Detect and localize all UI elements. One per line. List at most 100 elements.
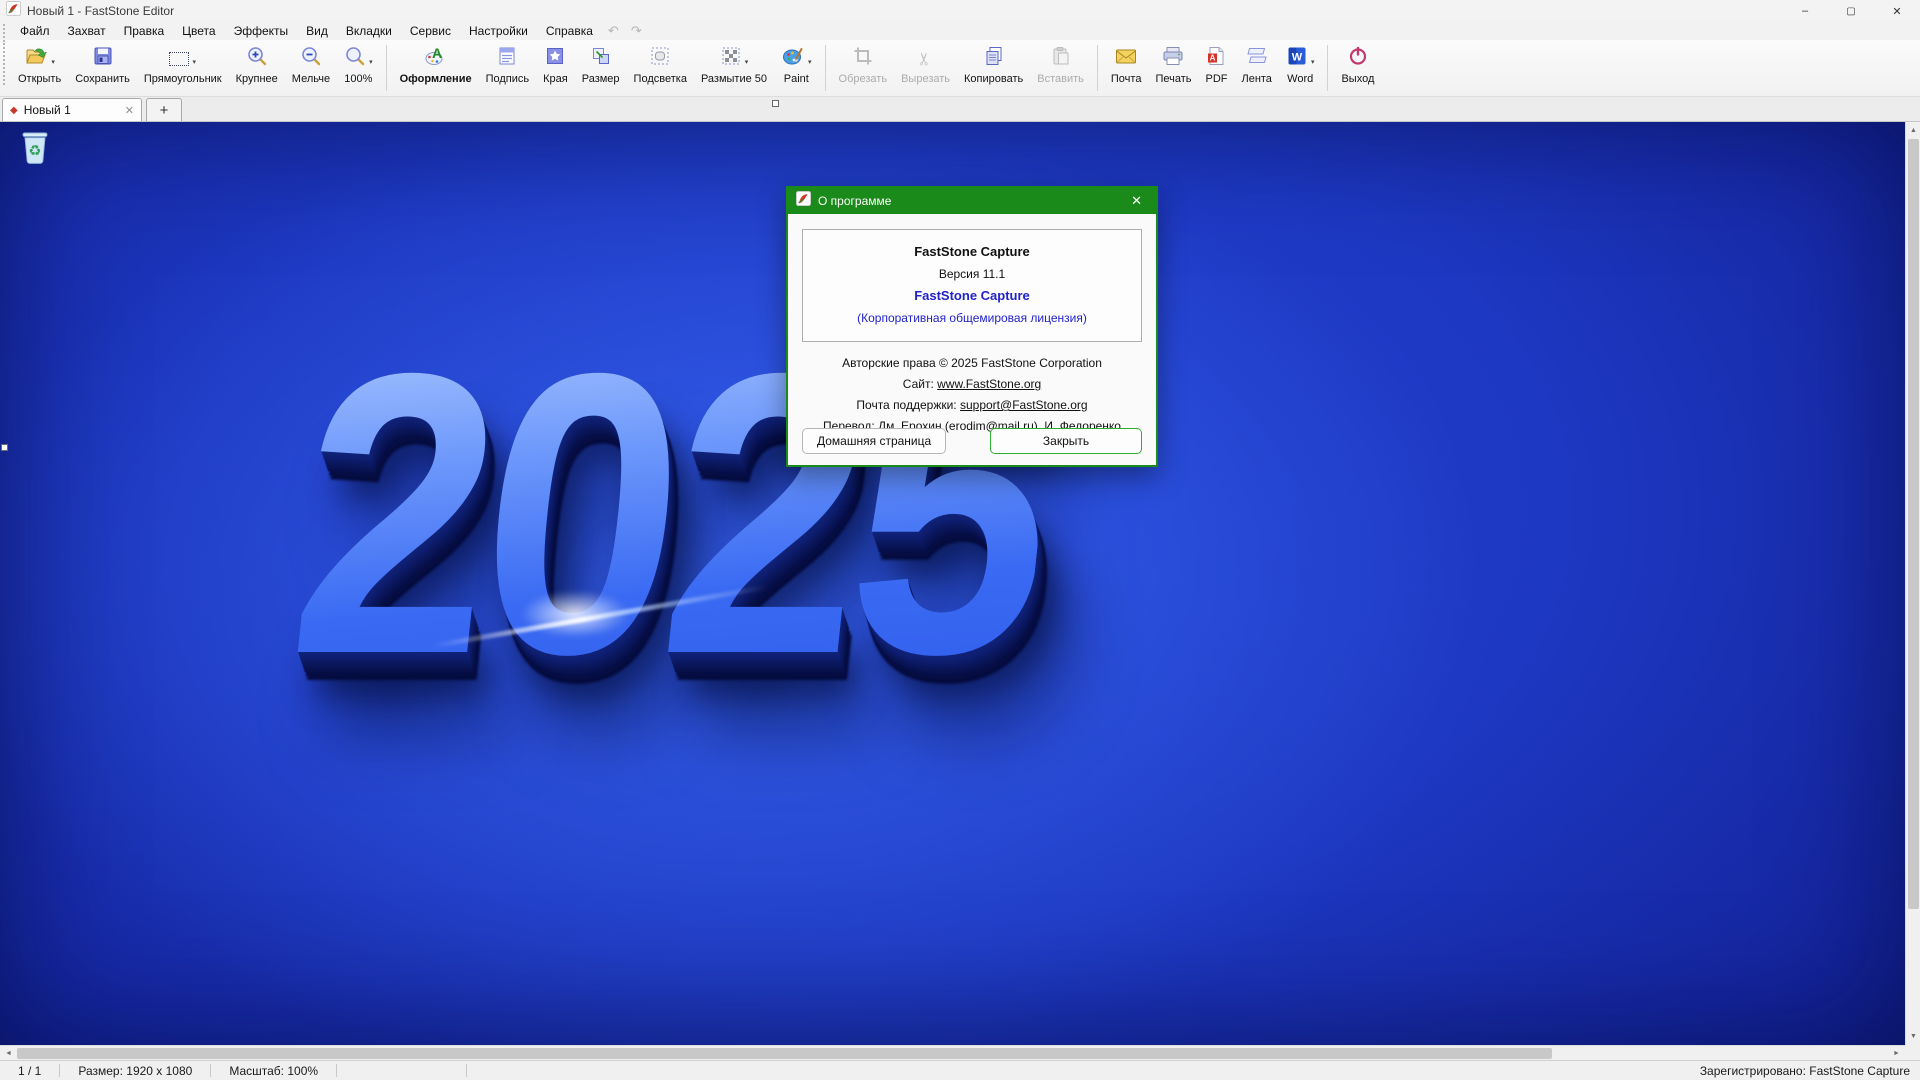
menu-file[interactable]: Файл xyxy=(11,22,59,40)
product-info-box: FastStone Capture Версия 11.1 FastStone … xyxy=(802,229,1142,342)
chevron-down-icon[interactable]: ▾ xyxy=(745,58,749,66)
vertical-scroll-thumb[interactable] xyxy=(1908,139,1919,909)
toolbar-separator xyxy=(1097,45,1098,91)
scroll-left-arrow-icon[interactable]: ◄ xyxy=(0,1046,17,1061)
menu-service[interactable]: Сервис xyxy=(401,22,460,40)
tab-label: Новый 1 xyxy=(24,103,119,117)
about-dialog: О программе ✕ FastStone Capture Версия 1… xyxy=(786,186,1158,467)
vertical-scrollbar[interactable]: ▲ ▼ xyxy=(1905,122,1920,1045)
zoom-100-button[interactable]: ▾ 100% xyxy=(337,40,380,96)
main-toolbar: ▾ Открыть Сохранить ▾ xyxy=(0,40,1920,97)
new-tab-button[interactable]: + xyxy=(146,98,182,121)
tab-close-icon[interactable]: ✕ xyxy=(119,104,134,117)
chevron-down-icon[interactable]: ▾ xyxy=(808,58,812,66)
scroll-up-arrow-icon[interactable]: ▲ xyxy=(1906,122,1920,139)
svg-text:A: A xyxy=(1210,54,1216,63)
printer-icon xyxy=(1161,45,1185,72)
app-icon xyxy=(6,1,21,21)
tape-strips-icon xyxy=(1245,45,1269,72)
resize-button[interactable]: Размер xyxy=(575,40,627,96)
menu-settings[interactable]: Настройки xyxy=(460,22,537,40)
word-button[interactable]: W ▾ Word xyxy=(1279,40,1322,96)
scroll-down-arrow-icon[interactable]: ▼ xyxy=(1906,1028,1920,1045)
close-button[interactable]: ✕ xyxy=(1874,0,1920,22)
undo-icon: ↶ xyxy=(602,23,625,39)
save-button[interactable]: Сохранить xyxy=(68,40,137,96)
pdf-button[interactable]: A PDF xyxy=(1198,40,1234,96)
minimize-button[interactable]: – xyxy=(1782,0,1828,22)
menu-view[interactable]: Вид xyxy=(297,22,337,40)
copy-button[interactable]: Копировать xyxy=(957,40,1030,96)
zoom-in-button[interactable]: Крупнее xyxy=(229,40,285,96)
about-info-block: Авторские права © 2025 FastStone Corpora… xyxy=(788,353,1156,437)
edge-button[interactable]: Края xyxy=(536,40,575,96)
horizontal-scrollbar[interactable]: ◄ ► xyxy=(0,1045,1905,1060)
magnifier-icon xyxy=(344,45,366,72)
edge-star-icon xyxy=(544,45,566,72)
faststone-editor-window: Новый 1 - FastStone Editor – ▢ ✕ Файл За… xyxy=(0,0,1920,1080)
resize-handle-left[interactable] xyxy=(1,444,8,451)
mail-button[interactable]: Почта xyxy=(1104,40,1149,96)
resize-handle-top[interactable] xyxy=(772,100,779,107)
menu-tabs[interactable]: Вкладки xyxy=(337,22,401,40)
print-button[interactable]: Печать xyxy=(1148,40,1198,96)
license-name: FastStone Capture xyxy=(803,285,1141,307)
site-line: Сайт: www.FastStone.org xyxy=(788,374,1156,395)
toolbar-grip xyxy=(3,24,8,38)
scrollbar-corner xyxy=(1905,1045,1920,1060)
modified-marker-icon: ◆ xyxy=(10,105,18,116)
exit-button[interactable]: Выход xyxy=(1334,40,1381,96)
rectangle-select-button[interactable]: ▾ Прямоугольник xyxy=(137,40,229,96)
paint-palette-icon xyxy=(781,45,805,72)
pdf-document-icon: A xyxy=(1205,45,1227,72)
appearance-palette-icon: A xyxy=(424,45,448,72)
caption-button[interactable]: Подпись xyxy=(479,40,537,96)
horizontal-scroll-thumb[interactable] xyxy=(17,1048,1552,1059)
chevron-down-icon[interactable]: ▾ xyxy=(192,58,196,66)
copy-icon xyxy=(983,45,1005,72)
site-link[interactable]: www.FastStone.org xyxy=(937,377,1041,391)
chevron-down-icon[interactable]: ▾ xyxy=(369,58,373,66)
menu-colors[interactable]: Цвета xyxy=(173,22,224,40)
tape-button[interactable]: Лента xyxy=(1234,40,1278,96)
copyright-line: Авторские права © 2025 FastStone Corpora… xyxy=(788,353,1156,374)
toolbar-separator xyxy=(386,45,387,91)
paint-button[interactable]: ▾ Paint xyxy=(774,40,819,96)
dialog-title: О программе xyxy=(818,194,1125,208)
toolbar-grip xyxy=(3,40,8,85)
word-icon: W xyxy=(1286,45,1308,72)
highlight-selection-icon xyxy=(649,45,671,72)
open-button[interactable]: ▾ Открыть xyxy=(11,40,68,96)
support-label: Почта поддержки: xyxy=(856,398,960,412)
resize-icon xyxy=(590,45,612,72)
menu-capture[interactable]: Захват xyxy=(59,22,115,40)
about-dialog-titlebar[interactable]: О программе ✕ xyxy=(788,188,1156,214)
menu-help[interactable]: Справка xyxy=(537,22,602,40)
app-icon xyxy=(796,191,811,211)
cut-button: ✂ Вырезать xyxy=(894,40,957,96)
dialog-close-icon[interactable]: ✕ xyxy=(1125,193,1148,209)
home-page-button[interactable]: Домашняя страница xyxy=(802,428,946,454)
blur-button[interactable]: ▾ Размытие 50 xyxy=(694,40,774,96)
scroll-right-arrow-icon[interactable]: ► xyxy=(1888,1046,1905,1061)
zoom-out-icon xyxy=(300,45,322,72)
tab-novyi-1[interactable]: ◆ Новый 1 ✕ xyxy=(2,98,142,121)
appearance-button[interactable]: A Оформление xyxy=(393,40,479,96)
support-email-link[interactable]: support@FastStone.org xyxy=(960,398,1088,412)
paste-button: Вставить xyxy=(1030,40,1091,96)
svg-text:A: A xyxy=(432,45,442,61)
status-registered: Зарегистрировано: FastStone Capture xyxy=(1700,1064,1920,1078)
close-dialog-button[interactable]: Закрыть xyxy=(990,428,1142,454)
site-label: Сайт: xyxy=(903,377,937,391)
title-bar: Новый 1 - FastStone Editor – ▢ ✕ xyxy=(0,0,1920,22)
maximize-button[interactable]: ▢ xyxy=(1828,0,1874,22)
menu-effects[interactable]: Эффекты xyxy=(225,22,298,40)
chevron-down-icon[interactable]: ▾ xyxy=(51,58,55,66)
chevron-down-icon[interactable]: ▾ xyxy=(1311,58,1315,66)
tab-bar: ◆ Новый 1 ✕ + xyxy=(0,97,1920,122)
highlight-button[interactable]: Подсветка xyxy=(627,40,694,96)
menu-bar: Файл Захват Правка Цвета Эффекты Вид Вкл… xyxy=(0,22,1920,40)
menu-edit[interactable]: Правка xyxy=(115,22,174,40)
zoom-out-button[interactable]: Мельче xyxy=(285,40,337,96)
blur-mosaic-icon xyxy=(720,45,742,72)
